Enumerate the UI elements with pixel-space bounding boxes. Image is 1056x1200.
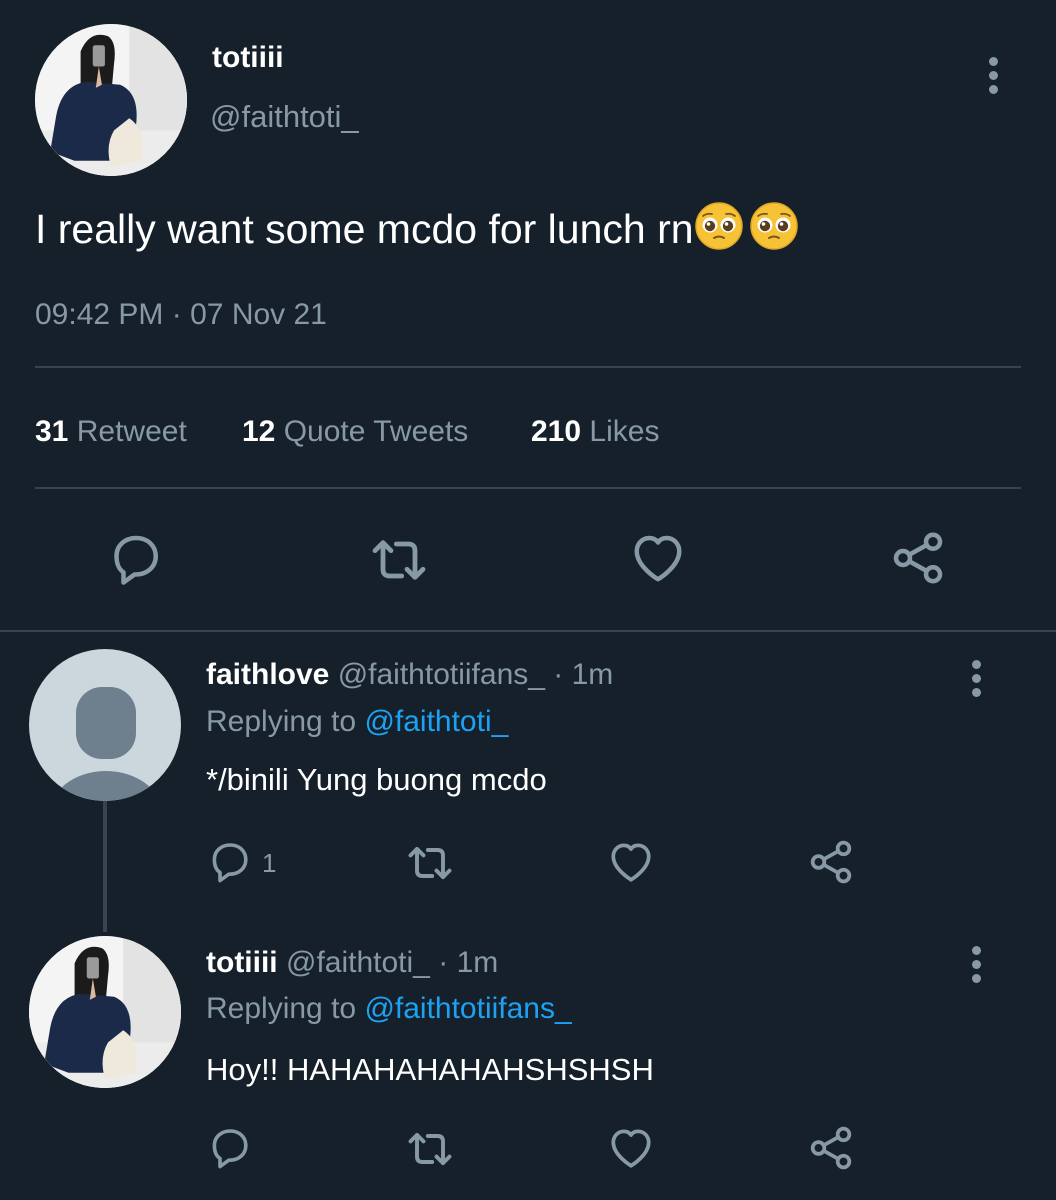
profile-photo (35, 24, 187, 176)
time-ago: 1m (456, 946, 499, 979)
avatar[interactable] (29, 936, 181, 1088)
profile-photo (29, 936, 181, 1088)
replying-to: Replying to @faithtoti_ (206, 705, 508, 739)
reply-count: 1 (262, 848, 277, 878)
pleading-face-icon (749, 201, 799, 251)
retweet-label: Retweet (76, 415, 187, 448)
like-icon[interactable] (606, 1123, 656, 1173)
handle[interactable]: @faithtoti_ (286, 946, 430, 979)
divider (35, 487, 1021, 489)
tweet-text: I really want some mcdo for lunch rn (35, 206, 694, 252)
retweet-icon[interactable] (367, 528, 431, 592)
likes-label: Likes (589, 415, 660, 448)
tweet-stats: 31 Retweet (35, 415, 187, 449)
replying-prefix: Replying to (206, 992, 357, 1025)
reply-tweet[interactable]: faithlove @faithtotiifans_ · 1m Replying… (0, 632, 1056, 922)
more-options-icon[interactable] (972, 660, 981, 702)
pleading-face-icon (694, 201, 744, 251)
display-name[interactable]: totiiii (212, 41, 284, 75)
reply-text: Hoy!! HAHAHAHAHAHSHSHSH (206, 1052, 654, 1087)
separator-dot: · (438, 946, 449, 979)
quote-count: 12 (242, 415, 276, 448)
main-tweet: totiiii @faithtoti_ I really want some m… (0, 0, 1056, 630)
timestamp[interactable]: 09:42 PM · 07 Nov 21 (35, 298, 327, 332)
handle[interactable]: @faithtoti_ (210, 99, 359, 135)
reply-icon[interactable] (206, 1123, 254, 1171)
mention-link[interactable]: @faithtoti_ (364, 705, 508, 738)
share-icon[interactable] (806, 837, 856, 887)
tweet-date: 07 Nov 21 (190, 298, 327, 331)
reply-text: */binili Yung buong mcdo (206, 762, 547, 797)
tweet-time: 09:42 PM (35, 298, 164, 331)
mention-link[interactable]: @faithtotiifans_ (364, 992, 571, 1025)
share-icon[interactable] (888, 528, 948, 588)
like-icon[interactable] (606, 837, 656, 887)
reply-icon[interactable] (206, 837, 254, 885)
time-ago: 1m (571, 658, 614, 691)
more-options-icon[interactable] (989, 57, 998, 99)
divider (35, 366, 1021, 368)
more-options-icon[interactable] (972, 946, 981, 988)
like-icon[interactable] (628, 528, 688, 588)
retweet-stat[interactable]: 31 Retweet (35, 415, 187, 448)
tweet-text-line: I really want some mcdo for lunch rn (35, 201, 799, 253)
default-avatar-icon (51, 687, 161, 801)
separator-dot: · (553, 658, 564, 691)
retweet-icon[interactable] (404, 1123, 456, 1175)
reply-icon[interactable] (106, 528, 166, 588)
avatar[interactable] (35, 24, 187, 176)
replying-to: Replying to @faithtotiifans_ (206, 992, 572, 1026)
share-icon[interactable] (806, 1123, 856, 1173)
retweet-icon[interactable] (404, 837, 456, 889)
avatar[interactable] (29, 649, 181, 801)
reply-header: totiiii @faithtoti_ · 1m (206, 946, 498, 980)
likes-count: 210 (531, 415, 582, 448)
replying-prefix: Replying to (206, 705, 357, 738)
likes-stat[interactable]: 210 Likes (531, 415, 659, 449)
reply-tweet[interactable]: totiiii @faithtoti_ · 1m Replying to @fa… (0, 922, 1056, 1200)
reply-header: faithlove @faithtotiifans_ · 1m (206, 658, 613, 692)
separator-dot: · (171, 298, 182, 331)
quote-label: Quote Tweets (283, 415, 469, 448)
retweet-count: 31 (35, 415, 69, 448)
display-name[interactable]: faithlove (206, 658, 329, 691)
handle[interactable]: @faithtotiifans_ (338, 658, 545, 691)
display-name[interactable]: totiiii (206, 946, 278, 979)
quote-stat[interactable]: 12 Quote Tweets (242, 415, 468, 449)
